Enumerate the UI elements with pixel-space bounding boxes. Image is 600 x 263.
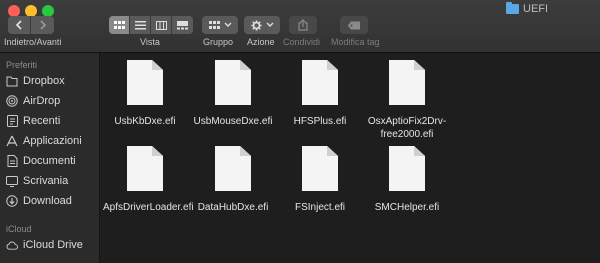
document-icon — [389, 146, 425, 191]
tag-button[interactable] — [340, 16, 368, 34]
sidebar-item-recents[interactable]: Recenti — [6, 112, 60, 130]
dropbox-icon — [6, 75, 18, 87]
file-item[interactable]: ApfsDriverLoader.efi — [103, 146, 194, 214]
documents-icon — [6, 155, 18, 167]
document-icon — [127, 60, 163, 105]
columns-icon — [155, 20, 167, 30]
file-name: UsbKbDxe.efi — [114, 116, 176, 127]
file-item[interactable]: UsbMouseDxe.efi — [193, 60, 273, 128]
sidebar-item-label: Recenti — [23, 115, 61, 127]
chevron-down-icon — [224, 22, 231, 27]
grid-icon — [113, 20, 125, 29]
file-name: OsxAptioFix2Drv-free2000.efi — [367, 116, 447, 140]
sidebar-item-label: AirDrop — [23, 95, 61, 107]
sidebar-item-label: Applicazioni — [23, 135, 82, 147]
applications-icon — [6, 135, 18, 147]
file-name: UsbMouseDxe.efi — [193, 116, 273, 127]
sidebar-section-favorites: Preferiti — [6, 60, 38, 70]
window-title: UEFI — [506, 2, 548, 16]
group-button[interactable] — [202, 16, 238, 34]
forward-button[interactable] — [31, 16, 54, 34]
file-item[interactable]: DataHubDxe.efi — [193, 146, 273, 214]
list-view-button[interactable] — [130, 16, 151, 34]
file-item[interactable]: SMCHelper.efi — [367, 146, 447, 214]
airdrop-icon — [6, 95, 18, 107]
back-button[interactable] — [8, 16, 31, 34]
document-icon — [302, 60, 338, 105]
document-icon — [302, 146, 338, 191]
sidebar-item-label: Documenti — [23, 155, 76, 167]
file-item[interactable]: OsxAptioFix2Drv-free2000.efi — [367, 60, 447, 141]
sidebar-item-icloud-drive[interactable]: iCloud Drive — [6, 236, 83, 254]
sidebar-item-label: iCloud Drive — [23, 239, 83, 251]
tag-label: Modifica tag — [331, 37, 380, 47]
recents-icon — [6, 115, 18, 127]
toolbar: UEFI Indietro/Avanti Vista Gruppo Azione… — [0, 0, 600, 53]
file-item[interactable]: HFSPlus.efi — [280, 60, 360, 128]
sidebar-item-label: Scrivania — [23, 175, 69, 187]
list-icon — [134, 20, 146, 29]
sidebar-item-airdrop[interactable]: AirDrop — [6, 92, 60, 110]
gear-icon — [250, 19, 262, 31]
download-icon — [6, 195, 18, 207]
folder-icon — [506, 2, 519, 14]
sidebar-item-desktop[interactable]: Scrivania — [6, 172, 68, 190]
icon-view-button[interactable] — [109, 16, 130, 34]
file-name: DataHubDxe.efi — [197, 202, 269, 213]
sidebar-section-icloud: iCloud — [6, 224, 32, 234]
action-button[interactable] — [244, 16, 280, 34]
window-title-text: UEFI — [523, 3, 549, 15]
finder-window: UEFI Indietro/Avanti Vista Gruppo Azione… — [0, 0, 600, 263]
group-label: Gruppo — [203, 37, 234, 47]
chevron-right-icon — [39, 20, 46, 30]
cloud-icon — [6, 239, 18, 251]
file-item[interactable]: UsbKbDxe.efi — [105, 60, 185, 128]
nav-buttons — [8, 16, 54, 34]
file-name: FSInject.efi — [294, 202, 346, 213]
desktop-icon — [6, 175, 18, 187]
view-label: Vista — [140, 37, 160, 47]
tag-icon — [347, 21, 360, 29]
sidebar-item-label: Dropbox — [23, 75, 65, 87]
document-icon — [215, 60, 251, 105]
share-button[interactable] — [289, 16, 317, 34]
document-icon — [389, 60, 425, 105]
file-name: ApfsDriverLoader.efi — [103, 202, 194, 213]
action-label: Azione — [247, 37, 275, 47]
share-icon — [298, 19, 308, 31]
sidebar-item-applications[interactable]: Applicazioni — [6, 132, 82, 150]
file-grid: UsbKbDxe.efi UsbMouseDxe.efi HFSPlus.efi… — [101, 53, 600, 263]
sidebar-item-download[interactable]: Download — [6, 192, 72, 210]
chevron-down-icon — [266, 22, 273, 27]
gallery-view-button[interactable] — [172, 16, 193, 34]
sidebar: Preferiti Dropbox AirDrop Recenti Applic… — [0, 53, 100, 263]
file-name: HFSPlus.efi — [293, 116, 347, 127]
document-icon — [215, 146, 251, 191]
share-label: Condividi — [283, 37, 321, 47]
gallery-icon — [177, 20, 188, 29]
column-view-button[interactable] — [151, 16, 172, 34]
file-name: SMCHelper.efi — [374, 202, 440, 213]
chevron-left-icon — [15, 20, 22, 30]
file-item[interactable]: FSInject.efi — [280, 146, 360, 214]
group-grid-icon — [208, 20, 220, 29]
document-icon — [127, 146, 163, 191]
nav-label: Indietro/Avanti — [4, 37, 62, 47]
sidebar-item-documents[interactable]: Documenti — [6, 152, 76, 170]
sidebar-item-dropbox[interactable]: Dropbox — [6, 72, 65, 90]
sidebar-item-label: Download — [23, 195, 72, 207]
view-segmented-control — [109, 16, 193, 34]
